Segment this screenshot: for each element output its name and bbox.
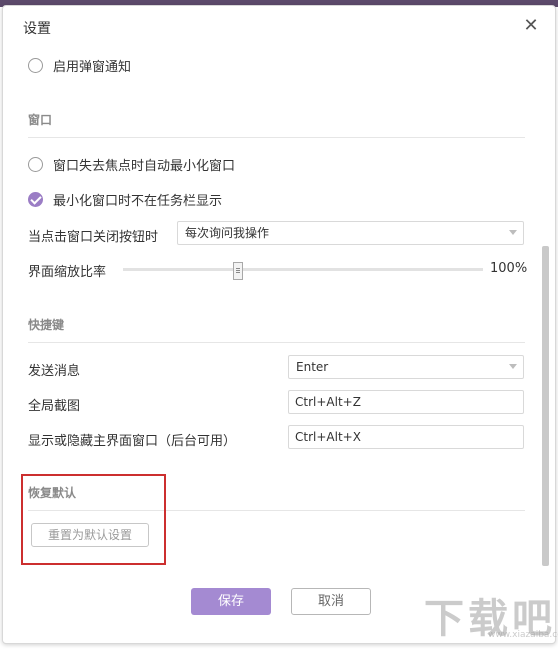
toggle-main-row: 显示或隐藏主界面窗口（后台可用）: [28, 430, 236, 449]
window-section-header: 窗口: [28, 113, 53, 127]
zoom-value: 100%: [490, 261, 528, 276]
zoom-row: 界面缩放比率: [28, 261, 106, 280]
enable-popup-radio[interactable]: [28, 58, 43, 73]
shortcuts-section-header: 快捷键: [28, 318, 65, 332]
send-message-select[interactable]: Enter: [288, 355, 524, 379]
shortcuts-section-divider: [28, 342, 525, 343]
scrollbar[interactable]: [542, 246, 549, 566]
screenshot-label: 全局截图: [28, 399, 81, 414]
enable-popup-label: 启用弹窗通知: [53, 60, 132, 75]
watermark-logo: 下载吧 www.xiazaiba.com: [424, 586, 558, 650]
close-action-select[interactable]: 每次询问我操作: [177, 221, 524, 245]
save-button[interactable]: 保存: [191, 588, 271, 615]
hide-taskbar-checkbox[interactable]: [28, 192, 43, 207]
zoom-slider-track[interactable]: [123, 268, 483, 271]
screenshot-shortcut-input[interactable]: Ctrl+Alt+Z: [288, 390, 524, 414]
send-message-value: Enter: [296, 360, 329, 374]
zoom-slider-handle[interactable]: [233, 262, 244, 280]
chevron-down-icon: [509, 230, 517, 235]
close-action-value: 每次询问我操作: [185, 226, 270, 240]
zoom-label: 界面缩放比率: [28, 265, 107, 280]
send-message-label: 发送消息: [28, 364, 81, 379]
hide-taskbar-option[interactable]: 最小化窗口时不在任务栏显示: [28, 190, 222, 209]
close-icon[interactable]: ✕: [521, 16, 541, 36]
auto-minimize-option[interactable]: 窗口失去焦点时自动最小化窗口: [28, 155, 235, 174]
chevron-down-icon: [509, 364, 517, 369]
highlight-frame: [21, 474, 166, 565]
auto-minimize-radio[interactable]: [28, 157, 43, 172]
toggle-main-shortcut-input[interactable]: Ctrl+Alt+X: [288, 425, 524, 449]
watermark-sub: www.xiazaiba.com: [488, 630, 558, 640]
settings-dialog: 设置 ✕ 启用弹窗通知 窗口 窗口失去焦点时自动最小化窗口 最小化窗口时不在任务…: [2, 5, 556, 644]
close-action-row: 当点击窗口关闭按钮时: [28, 226, 158, 245]
toggle-main-label: 显示或隐藏主界面窗口（后台可用）: [28, 434, 237, 449]
hide-taskbar-label: 最小化窗口时不在任务栏显示: [53, 194, 223, 209]
send-message-row: 发送消息: [28, 360, 80, 379]
enable-popup-option[interactable]: 启用弹窗通知: [28, 56, 131, 75]
close-action-label: 当点击窗口关闭按钮时: [28, 230, 159, 245]
auto-minimize-label: 窗口失去焦点时自动最小化窗口: [53, 159, 236, 174]
cancel-button[interactable]: 取消: [291, 588, 371, 615]
screenshot-row: 全局截图: [28, 395, 80, 414]
window-section-divider: [28, 137, 525, 138]
dialog-title: 设置: [23, 21, 51, 37]
